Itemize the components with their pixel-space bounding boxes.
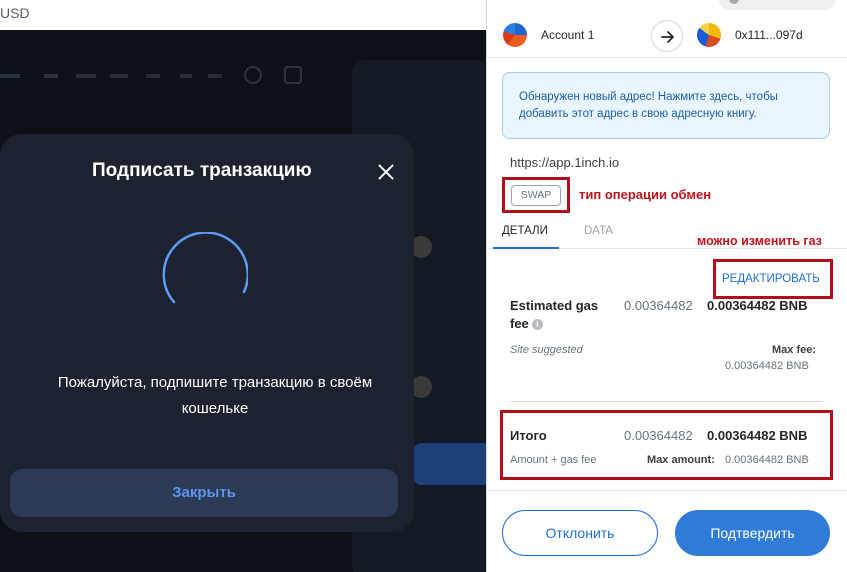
section-divider [510,401,823,402]
close-button[interactable]: Закрыть [10,469,398,517]
account-avatar [503,23,527,47]
refresh-icon [284,66,302,84]
total-value-secondary: 0.00364482 [624,428,693,443]
total-label: Итого [510,428,547,443]
from-account-name: Account 1 [541,28,595,42]
gas-fee-source: Site suggested [510,344,583,356]
screenshot-root: USD Подписать транзакцию Пожалуйста, под… [0,0,847,572]
arrow-right-icon [651,20,683,52]
gas-fee-label: Estimated gas fee i [510,297,610,333]
modal-message: Пожалуйста, подпишите транзакцию в своём… [57,374,373,417]
sign-transaction-modal: Подписать транзакцию Пожалуйста, подпиши… [0,134,414,532]
operation-highlight-box: SWAP [502,177,570,213]
site-origin: https://app.1inch.io [510,155,620,170]
tab-details[interactable]: ДЕТАЛИ [502,225,548,237]
max-fee-label: Max fee: [772,344,817,356]
annotation-gas-editable: можно изменить газ [697,234,822,248]
new-address-notice[interactable]: Обнаружен новый адрес! Нажмите здесь, чт… [502,72,830,139]
recipient-address[interactable]: 0x111...097d [735,28,803,42]
gas-fee-value: 0.00364482 BNB [707,298,808,313]
settings-icon [244,66,262,84]
loading-spinner-icon [162,232,248,304]
info-icon[interactable]: i [531,319,543,330]
browser-top-strip: USD [0,0,490,30]
close-icon[interactable] [374,160,398,184]
operation-type-chip: SWAP [511,185,561,206]
currency-label: USD [0,5,30,21]
max-fee-value: 0.00364482 BNB [725,360,809,372]
network-dot-icon [729,0,739,4]
edit-gas-link[interactable]: РЕДАКТИРОВАТЬ [722,273,820,285]
recipient-avatar [697,23,721,47]
edit-highlight-box: РЕДАКТИРОВАТЬ [713,259,833,299]
reject-button[interactable]: Отклонить [502,510,658,556]
account-row: Account 1 0x111...097d [487,14,847,58]
annotation-operation-type: тип операции обмен [579,187,712,202]
gas-fee-label-text: Estimated gas fee [510,298,599,331]
total-value: 0.00364482 BNB [707,428,808,443]
network-pill[interactable] [719,0,835,10]
active-tab-indicator [493,247,559,249]
network-selector [487,0,847,14]
modal-title: Подписать транзакцию [92,160,312,181]
tab-data[interactable]: DATA [584,225,613,237]
total-highlight-box [500,410,833,480]
total-note: Amount + gas fee [510,454,597,466]
max-amount-label: Max amount: [647,454,715,466]
max-amount-value: 0.00364482 BNB [725,454,809,466]
confirm-button[interactable]: Подтвердить [675,510,830,556]
gas-fee-value-secondary: 0.00364482 [624,298,693,313]
wallet-confirmation-popup: Account 1 0x111...097d Обнаружен новый а… [486,0,847,572]
footer-divider [487,490,847,491]
swap-button-background [412,443,492,485]
